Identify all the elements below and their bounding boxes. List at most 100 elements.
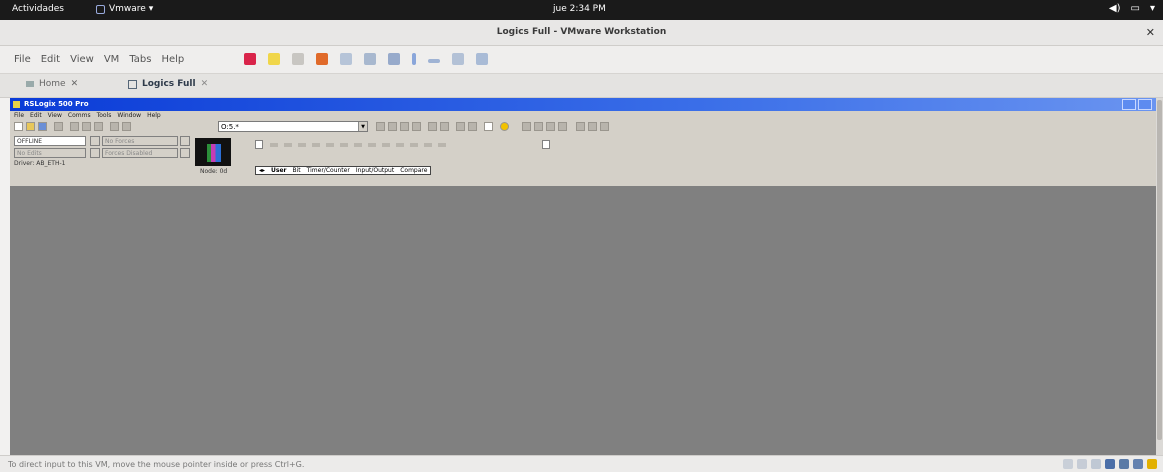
rslogix-menu-help[interactable]: Help <box>147 112 161 119</box>
forced-box[interactable]: No Forces <box>102 136 178 146</box>
online-edit-icon[interactable] <box>500 122 509 131</box>
edits-dropdown-icon[interactable] <box>90 148 100 158</box>
palette-left-button[interactable] <box>255 140 263 149</box>
rslogix-menu-view[interactable]: View <box>48 112 62 119</box>
forces-disabled-status: Forces Disabled <box>105 150 153 157</box>
forces-dropdown-icon[interactable] <box>180 136 190 146</box>
verify-project-icon[interactable] <box>440 122 449 131</box>
zoom-out-icon[interactable] <box>468 122 477 131</box>
processor-status-icon[interactable] <box>195 138 231 166</box>
test-edits-icon[interactable] <box>534 122 543 131</box>
open-file-icon[interactable] <box>26 122 35 131</box>
tab-home[interactable]: Home ✕ <box>26 79 78 89</box>
revert-snapshot-icon[interactable] <box>388 53 400 65</box>
tab-logics-full[interactable]: Logics Full ✕ <box>128 79 208 89</box>
printer-icon[interactable] <box>1133 459 1143 469</box>
system-tray[interactable]: ◀) ▭ ▾ <box>1109 3 1155 14</box>
forward-arrow-icon[interactable] <box>588 122 597 131</box>
processor-mode-box[interactable]: OFFLINE <box>14 136 86 146</box>
suspend-icon[interactable] <box>268 53 280 65</box>
unity-icon[interactable] <box>476 53 488 65</box>
sound-card-icon[interactable] <box>1119 459 1129 469</box>
rslogix-toolbar: O:5.* ▼ <box>10 120 1156 134</box>
copy-icon[interactable] <box>82 122 91 131</box>
assemble-edits-icon[interactable] <box>546 122 555 131</box>
rslogix-menu-tools[interactable]: Tools <box>97 112 112 119</box>
print-icon[interactable] <box>54 122 63 131</box>
window-close-button[interactable]: ✕ <box>1146 26 1155 39</box>
find-icon[interactable] <box>376 122 385 131</box>
address-combo-dropdown-icon[interactable]: ▼ <box>358 122 367 131</box>
display-icon[interactable]: ▭ <box>1131 3 1140 14</box>
power-off-icon[interactable] <box>244 53 256 65</box>
instr-tab-bit[interactable]: Bit <box>293 167 301 174</box>
rslogix-menu-file[interactable]: File <box>14 112 24 119</box>
hard-disk-icon[interactable] <box>1063 459 1073 469</box>
instruction-palette[interactable] <box>270 143 450 147</box>
menu-help[interactable]: Help <box>161 54 184 65</box>
window-view-icon[interactable] <box>484 122 493 131</box>
network-adapter-icon[interactable] <box>1105 459 1115 469</box>
activities-button[interactable]: Actividades <box>12 4 64 14</box>
rslogix-menu-comms[interactable]: Comms <box>68 112 91 119</box>
cd-dvd-icon[interactable] <box>1077 459 1087 469</box>
save-icon[interactable] <box>38 122 47 131</box>
message-log-icon[interactable] <box>1147 459 1157 469</box>
minimize-icon[interactable] <box>428 59 440 63</box>
palette-right-button[interactable] <box>542 140 550 149</box>
menu-file[interactable]: File <box>14 54 31 65</box>
go-to-icon[interactable] <box>412 122 421 131</box>
tab-home-close-icon[interactable]: ✕ <box>71 79 79 89</box>
edits-box[interactable]: No Edits <box>14 148 86 158</box>
rslogix-app-icon <box>13 101 20 108</box>
back-arrow-icon[interactable] <box>576 122 585 131</box>
rslogix-menu-window[interactable]: Window <box>117 112 141 119</box>
forces-disabled-box[interactable]: Forces Disabled <box>102 148 178 158</box>
send-ctrl-alt-del-icon[interactable] <box>340 53 352 65</box>
pause-icon[interactable] <box>292 53 304 65</box>
rslogix-maximize-button[interactable] <box>1138 99 1152 110</box>
processor-mode: OFFLINE <box>17 138 43 145</box>
device-tray <box>1063 459 1157 469</box>
cut-icon[interactable] <box>70 122 79 131</box>
vm-display[interactable]: RSLogix 500 Pro File Edit View Comms Too… <box>10 98 1156 455</box>
window-title-bar: Logics Full - VMware Workstation ✕ <box>0 20 1163 46</box>
vm-vertical-scrollbar[interactable] <box>1156 98 1163 455</box>
power-menu-icon[interactable]: ▾ <box>1150 3 1155 14</box>
instr-tab-compare[interactable]: Compare <box>400 167 427 174</box>
paste-icon[interactable] <box>94 122 103 131</box>
full-screen-icon[interactable] <box>452 53 464 65</box>
instr-tab-timer-counter[interactable]: Timer/Counter <box>307 167 350 174</box>
tab-logics-full-close-icon[interactable]: ✕ <box>201 79 209 89</box>
cancel-edits-icon[interactable] <box>558 122 567 131</box>
instr-tab-user[interactable]: User <box>271 167 286 174</box>
snapshot-icon[interactable] <box>364 53 376 65</box>
redo-icon[interactable] <box>122 122 131 131</box>
app-menu-button[interactable]: Vmware ▾ <box>96 4 153 14</box>
reset-icon[interactable] <box>316 53 328 65</box>
rslogix-menu-edit[interactable]: Edit <box>30 112 42 119</box>
mode-dropdown-icon[interactable] <box>90 136 100 146</box>
clock[interactable]: jue 2:34 PM <box>553 4 606 14</box>
sidebar-toggle-icon[interactable] <box>412 53 416 65</box>
volume-icon[interactable]: ◀) <box>1109 3 1121 14</box>
accept-rung-icon[interactable] <box>522 122 531 131</box>
cross-reference-icon[interactable] <box>400 122 409 131</box>
address-combo[interactable]: O:5.* ▼ <box>218 121 368 132</box>
expand-icon[interactable] <box>600 122 609 131</box>
menu-edit[interactable]: Edit <box>41 54 60 65</box>
scrollbar-thumb[interactable] <box>1157 100 1162 440</box>
find-next-icon[interactable] <box>388 122 397 131</box>
zoom-in-icon[interactable] <box>456 122 465 131</box>
forces-disabled-dropdown-icon[interactable] <box>180 148 190 158</box>
menu-view[interactable]: View <box>70 54 94 65</box>
tab-nav-arrows-icon[interactable]: ◂▸ <box>259 167 265 174</box>
instr-tab-input-output[interactable]: Input/Output <box>356 167 394 174</box>
menu-tabs[interactable]: Tabs <box>129 54 151 65</box>
menu-vm[interactable]: VM <box>104 54 119 65</box>
usb-icon[interactable] <box>1091 459 1101 469</box>
verify-file-icon[interactable] <box>428 122 437 131</box>
rslogix-minimize-button[interactable] <box>1122 99 1136 110</box>
new-file-icon[interactable] <box>14 122 23 131</box>
undo-icon[interactable] <box>110 122 119 131</box>
